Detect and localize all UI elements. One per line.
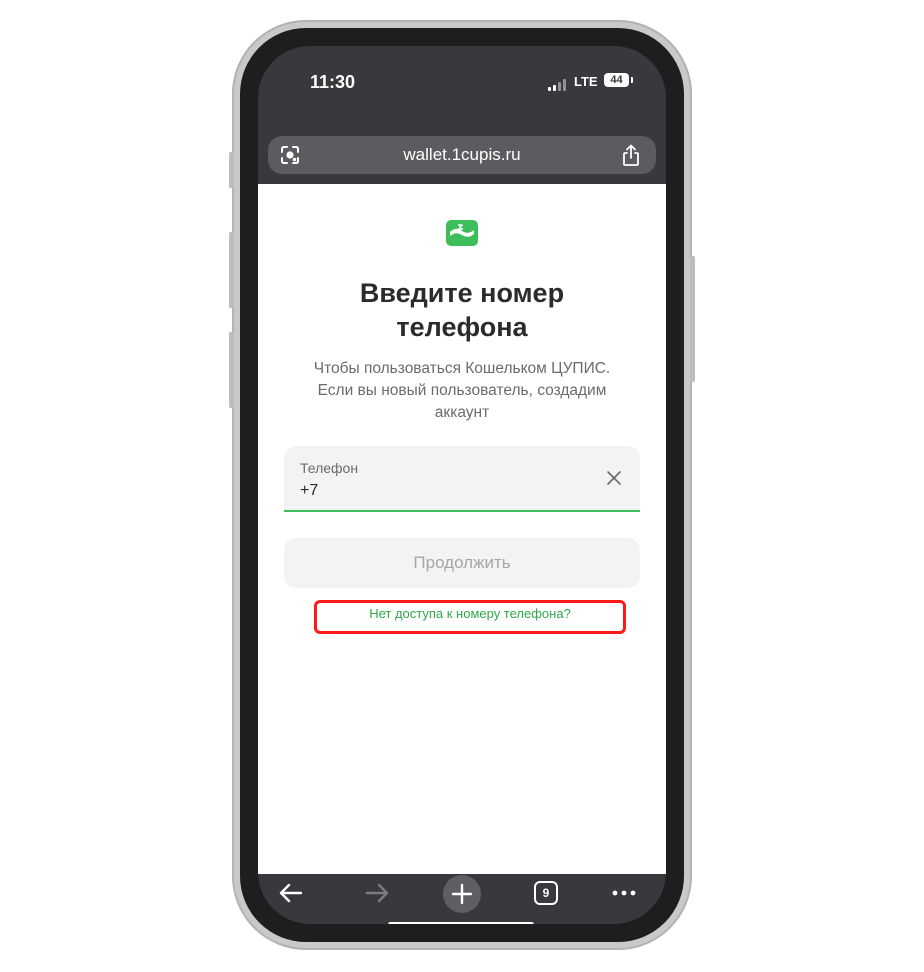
plus-icon[interactable] (443, 875, 481, 913)
share-icon[interactable] (620, 143, 642, 167)
phone-input[interactable] (300, 480, 580, 502)
no-phone-access-link[interactable]: Нет доступа к номеру телефона? (314, 600, 626, 630)
forward-arrow-icon[interactable] (364, 880, 390, 906)
page-title: Введите номер телефона (258, 276, 666, 344)
phone-bezel: 11:30 LTE 44 wallet.1cupis.ru Введите но… (240, 28, 684, 942)
battery-tip (631, 77, 633, 83)
address-bar[interactable]: wallet.1cupis.ru (268, 136, 656, 174)
phone-frame: 11:30 LTE 44 wallet.1cupis.ru Введите но… (229, 20, 695, 950)
phone-field[interactable]: Телефон (284, 446, 640, 512)
phone-field-label: Телефон (300, 460, 359, 476)
phone-screen: 11:30 LTE 44 wallet.1cupis.ru Введите но… (258, 46, 666, 924)
close-icon[interactable] (606, 470, 622, 486)
page-subtitle: Чтобы пользоваться Кошельком ЦУПИС. Если… (313, 360, 611, 421)
web-page: Введите номер телефона Чтобы пользоватьс… (258, 184, 666, 874)
browser-toolbar: 9 (258, 874, 666, 924)
tab-count: 9 (542, 886, 550, 900)
more-dots-icon[interactable] (611, 880, 637, 906)
lens-icon[interactable] (280, 145, 300, 165)
volume-down-button (229, 332, 234, 408)
status-time: 11:30 (310, 72, 356, 92)
home-indicator[interactable] (388, 922, 534, 924)
network-label: LTE (574, 74, 598, 89)
status-bar: 11:30 LTE 44 (258, 46, 666, 126)
url-text: wallet.1cupis.ru (403, 145, 521, 164)
continue-button[interactable]: Продолжить (284, 538, 640, 588)
battery-icon: 44 (604, 73, 629, 87)
silent-switch (229, 152, 234, 188)
page-title-line1: Введите номер (359, 278, 565, 308)
wallet-logo-icon (446, 220, 478, 246)
page-title-line2: телефона (396, 312, 528, 342)
power-button (690, 256, 695, 382)
volume-up-button (229, 232, 234, 308)
back-arrow-icon[interactable] (278, 880, 304, 906)
signal-icon (548, 79, 570, 91)
tabs-icon[interactable]: 9 (534, 881, 558, 905)
